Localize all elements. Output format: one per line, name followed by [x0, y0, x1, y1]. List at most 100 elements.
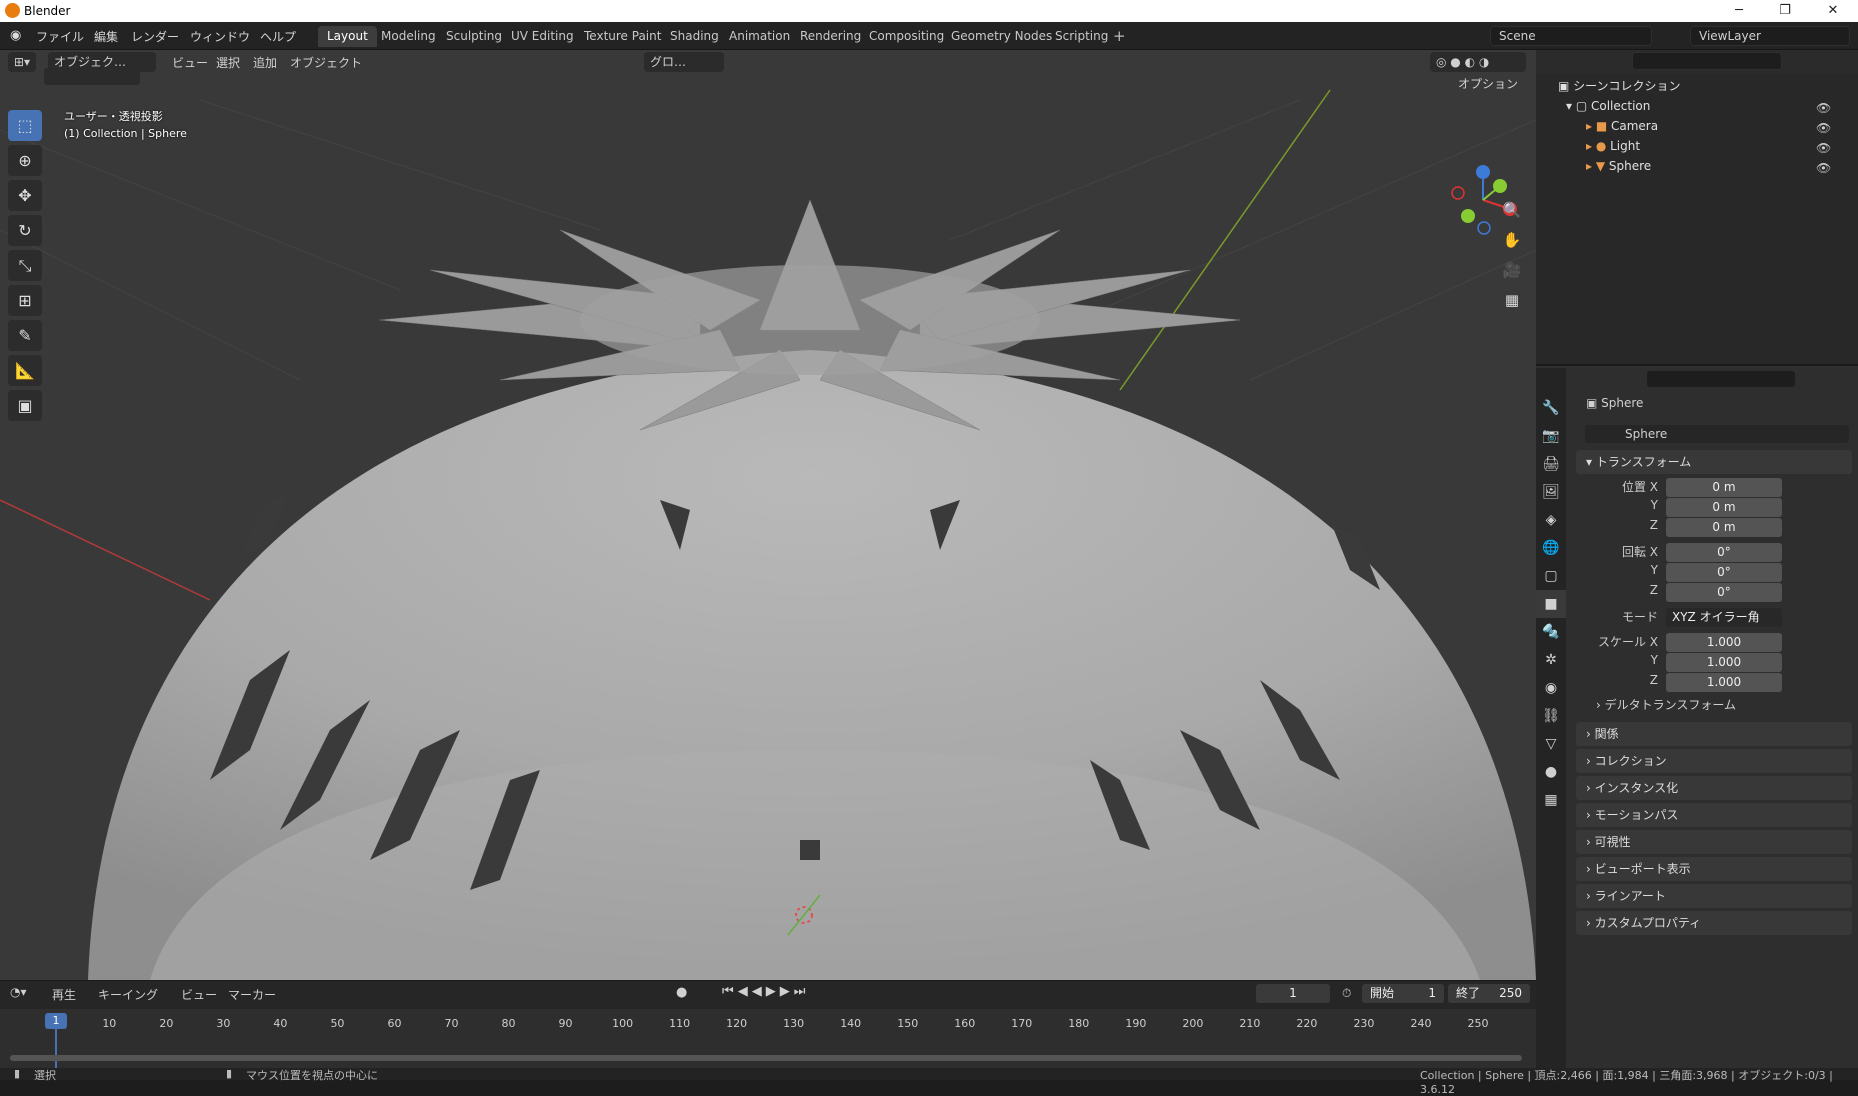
tool-tab-icon[interactable]: 🔧: [1536, 394, 1566, 422]
object-tab-icon[interactable]: ■: [1536, 590, 1566, 618]
panel-line-art[interactable]: › ラインアート: [1576, 884, 1852, 908]
3d-viewport[interactable]: ⊞▾ オブジェク… ビュー 選択 追加 オブジェクト グロ… オプション ◎ ●…: [0, 50, 1536, 980]
tab-geometry-nodes[interactable]: Geometry Nodes: [942, 26, 1061, 47]
end-frame-field[interactable]: 終了 250: [1448, 984, 1530, 1003]
outliner-item-sphere[interactable]: ▸ ▼ Sphere: [1586, 156, 1651, 176]
keying-menu[interactable]: キーイング: [98, 986, 158, 1003]
texture-tab-icon[interactable]: ▦: [1536, 786, 1566, 814]
output-tab-icon[interactable]: 🖨: [1536, 450, 1566, 478]
panel-visibility[interactable]: › 可視性: [1576, 830, 1852, 854]
tab-animation[interactable]: Animation: [720, 26, 799, 47]
outliner-item-camera[interactable]: ▸ ■ Camera: [1586, 116, 1658, 136]
zoom-icon[interactable]: 🔍: [1500, 195, 1524, 225]
options-dropdown[interactable]: オプション: [1452, 74, 1528, 94]
playhead[interactable]: 1: [45, 1013, 67, 1029]
menu-window[interactable]: ウィンドウ: [190, 28, 250, 45]
restore-icon[interactable]: ❐: [1762, 0, 1808, 22]
object-name-field[interactable]: Sphere: [1584, 424, 1850, 444]
scene-selector[interactable]: Scene: [1490, 26, 1652, 46]
start-frame-field[interactable]: 開始 1: [1362, 984, 1444, 1003]
panel-collections[interactable]: › コレクション: [1576, 749, 1852, 773]
scale-z-field[interactable]: 1.000: [1666, 673, 1782, 692]
cursor-icon[interactable]: ⊕: [8, 145, 42, 176]
tab-layout[interactable]: Layout: [318, 26, 377, 47]
scale-y-field[interactable]: 1.000: [1666, 653, 1782, 672]
menu-edit[interactable]: 編集: [94, 28, 118, 45]
panel-instancing[interactable]: › インスタンス化: [1576, 776, 1852, 800]
outliner-scene-collection[interactable]: ▣ シーンコレクション: [1558, 76, 1681, 96]
collection-tab-icon[interactable]: ▢: [1536, 562, 1566, 590]
tab-compositing[interactable]: Compositing: [860, 26, 953, 47]
shading-modes[interactable]: ◎ ● ◐ ◑: [1430, 52, 1526, 72]
object-menu[interactable]: オブジェクト: [290, 54, 362, 71]
world-tab-icon[interactable]: 🌐: [1536, 534, 1566, 562]
minimize-icon[interactable]: ─: [1716, 0, 1762, 22]
outliner-collection[interactable]: ▾ ▢ Collection: [1566, 96, 1650, 116]
playback-menu[interactable]: 再生: [52, 986, 76, 1003]
rotation-z-field[interactable]: 0°: [1666, 583, 1782, 602]
tab-shading[interactable]: Shading: [661, 26, 728, 47]
location-z-field[interactable]: 0 m: [1666, 518, 1782, 537]
physics-tab-icon[interactable]: ◉: [1536, 674, 1566, 702]
constraints-tab-icon[interactable]: ⛓: [1536, 702, 1566, 730]
visibility-toggles[interactable]: 👁 👁 👁 👁: [1816, 98, 1831, 178]
annotate-icon[interactable]: ✎: [8, 320, 42, 351]
tab-uv-editing[interactable]: UV Editing: [502, 26, 583, 47]
editor-type-button[interactable]: ⊞▾: [8, 52, 37, 72]
modifier-tab-icon[interactable]: 🔩: [1536, 618, 1566, 646]
menu-file[interactable]: ファイル: [36, 28, 84, 45]
transform-icon[interactable]: ⊞: [8, 285, 42, 316]
menu-help[interactable]: ヘルプ: [260, 28, 296, 45]
properties-search-input[interactable]: [1646, 370, 1796, 388]
tab-rendering[interactable]: Rendering: [791, 26, 870, 47]
delta-transform-header[interactable]: › デルタトランスフォーム: [1596, 696, 1736, 713]
timeline-view-menu[interactable]: ビュー: [181, 986, 217, 1003]
panel-viewport-display[interactable]: › ビューポート表示: [1576, 857, 1852, 881]
menu-render[interactable]: レンダー: [131, 28, 179, 45]
viewlayer-selector[interactable]: ViewLayer: [1690, 26, 1850, 46]
scale-icon[interactable]: ⤡: [8, 250, 42, 281]
tab-texture-paint[interactable]: Texture Paint: [575, 26, 670, 47]
tab-sculpting[interactable]: Sculpting: [437, 26, 511, 47]
timeline-editor-type[interactable]: ◔▾: [10, 985, 27, 999]
location-y-field[interactable]: 0 m: [1666, 498, 1782, 517]
tab-modeling[interactable]: Modeling: [372, 26, 445, 47]
pan-hand-icon[interactable]: ✋: [1500, 225, 1524, 255]
select-mode-buttons[interactable]: [44, 68, 140, 85]
current-frame-field[interactable]: 1: [1256, 984, 1330, 1003]
panel-relations[interactable]: › 関係: [1576, 722, 1852, 746]
material-tab-icon[interactable]: ●: [1536, 758, 1566, 786]
data-tab-icon[interactable]: ▽: [1536, 730, 1566, 758]
tab-scripting[interactable]: Scripting: [1046, 26, 1117, 47]
rotation-mode-dropdown[interactable]: XYZ オイラー角: [1666, 608, 1782, 627]
particles-tab-icon[interactable]: ✲: [1536, 646, 1566, 674]
scene-tab-icon[interactable]: ◈: [1536, 506, 1566, 534]
close-icon[interactable]: ✕: [1810, 0, 1856, 22]
marker-menu[interactable]: マーカー: [228, 986, 276, 1003]
select-box-icon[interactable]: ⬚: [8, 110, 42, 141]
transform-panel-header[interactable]: ▾ トランスフォーム: [1576, 450, 1852, 474]
add-workspace-icon[interactable]: +: [1113, 27, 1126, 45]
move-icon[interactable]: ✥: [8, 180, 42, 211]
select-menu[interactable]: 選択: [216, 54, 240, 71]
camera-view-icon[interactable]: 🎥: [1500, 255, 1524, 285]
outliner-item-light[interactable]: ▸ ● Light: [1586, 136, 1640, 156]
panel-motion-paths[interactable]: › モーションパス: [1576, 803, 1852, 827]
render-tab-icon[interactable]: 📷: [1536, 422, 1566, 450]
view-layer-tab-icon[interactable]: 🖼: [1536, 478, 1566, 506]
outliner-search-input[interactable]: [1632, 52, 1782, 70]
timeline-scrollbar[interactable]: [10, 1055, 1522, 1061]
rotation-x-field[interactable]: 0°: [1666, 543, 1782, 562]
auto-key-icon[interactable]: ●: [676, 985, 687, 1000]
view-menu[interactable]: ビュー: [172, 54, 208, 71]
scale-x-field[interactable]: 1.000: [1666, 633, 1782, 652]
rotate-icon[interactable]: ↻: [8, 215, 42, 246]
orientation-dropdown[interactable]: グロ…: [644, 52, 724, 72]
blender-menu-icon[interactable]: ◉: [10, 28, 21, 43]
measure-icon[interactable]: 📐: [8, 355, 42, 386]
playback-controls[interactable]: ⏮◀◀▶▶⏭: [722, 984, 809, 999]
add-menu[interactable]: 追加: [253, 54, 277, 71]
ortho-grid-icon[interactable]: ▦: [1500, 285, 1524, 315]
add-cube-icon[interactable]: ▣: [8, 390, 42, 421]
location-x-field[interactable]: 0 m: [1666, 478, 1782, 497]
